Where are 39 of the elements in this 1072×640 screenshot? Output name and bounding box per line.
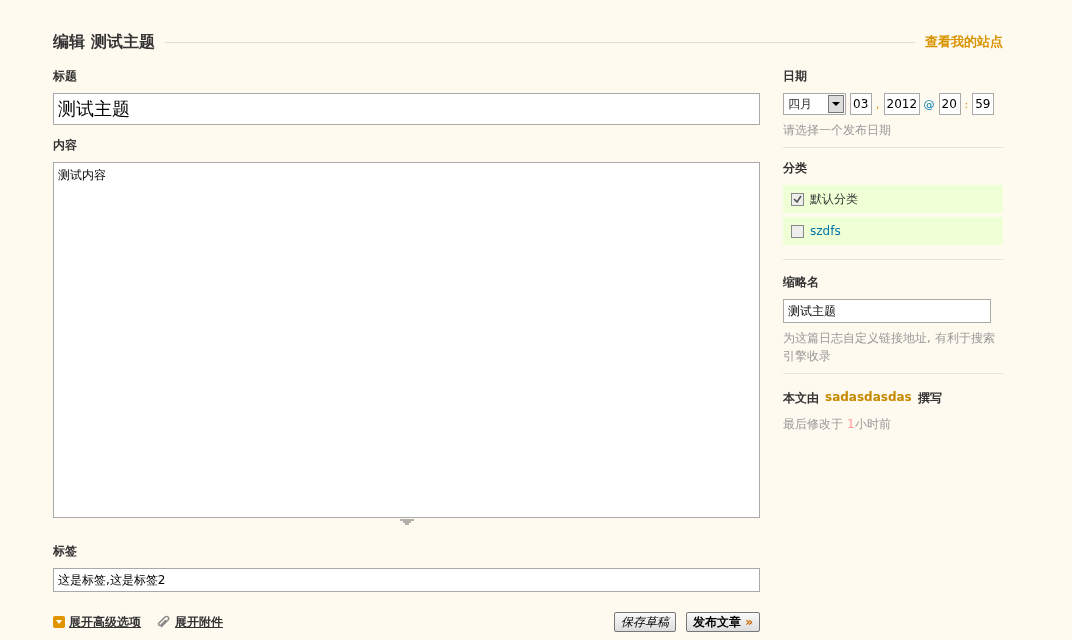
author-prefix: 本文由 (783, 390, 819, 407)
tags-label: 标签 (53, 543, 78, 560)
at-separator: @ (923, 97, 935, 111)
save-draft-button[interactable]: 保存草稿 (614, 612, 677, 632)
hour-input[interactable]: 20 (938, 93, 961, 115)
attachments-link[interactable]: 展开附件 (175, 613, 223, 631)
modified-count: 1 (847, 416, 855, 433)
expand-icon (53, 616, 65, 628)
paperclip-icon (157, 615, 171, 629)
date-separator: , (876, 97, 880, 111)
content-textarea[interactable]: 测试内容 (53, 162, 760, 518)
minute-input[interactable]: 59 (972, 93, 995, 115)
checkbox[interactable] (791, 224, 804, 238)
author-suffix: 撰写 (917, 390, 942, 407)
tags-input[interactable]: 这是标签,这是标签2 (53, 568, 760, 592)
day-input[interactable]: 03 (850, 93, 872, 115)
slug-hint: 为这篇日志自定义链接地址, 有利于搜索引擎收录 (783, 330, 996, 365)
author-name: sadasdasdas (825, 390, 912, 406)
month-select[interactable]: 四月 (783, 93, 846, 115)
page-title: 编辑 测试主题 (53, 31, 155, 53)
slug-input[interactable]: 测试主题 (783, 299, 991, 323)
category-label: 分类 (783, 160, 808, 177)
publish-button[interactable]: 发布文章 » (686, 612, 760, 632)
checkbox[interactable] (791, 192, 804, 206)
date-hint: 请选择一个发布日期 (783, 122, 892, 139)
modified-prefix: 最后修改于 (783, 416, 843, 433)
modified-suffix: 小时前 (854, 416, 891, 433)
dropdown-arrow-icon (832, 102, 840, 106)
title-label: 标题 (53, 68, 78, 85)
category-item[interactable]: szdfs (783, 217, 1003, 245)
advanced-options-link[interactable]: 展开高级选项 (69, 613, 141, 631)
slug-label: 缩略名 (783, 274, 820, 291)
year-input[interactable]: 2012 (883, 93, 920, 115)
title-input[interactable]: 测试主题 (53, 93, 760, 125)
content-label: 内容 (53, 137, 78, 154)
date-label: 日期 (783, 68, 808, 85)
time-separator: : (964, 97, 969, 111)
resize-grip-icon[interactable] (399, 519, 414, 525)
category-item[interactable]: 默认分类 (783, 185, 1003, 213)
